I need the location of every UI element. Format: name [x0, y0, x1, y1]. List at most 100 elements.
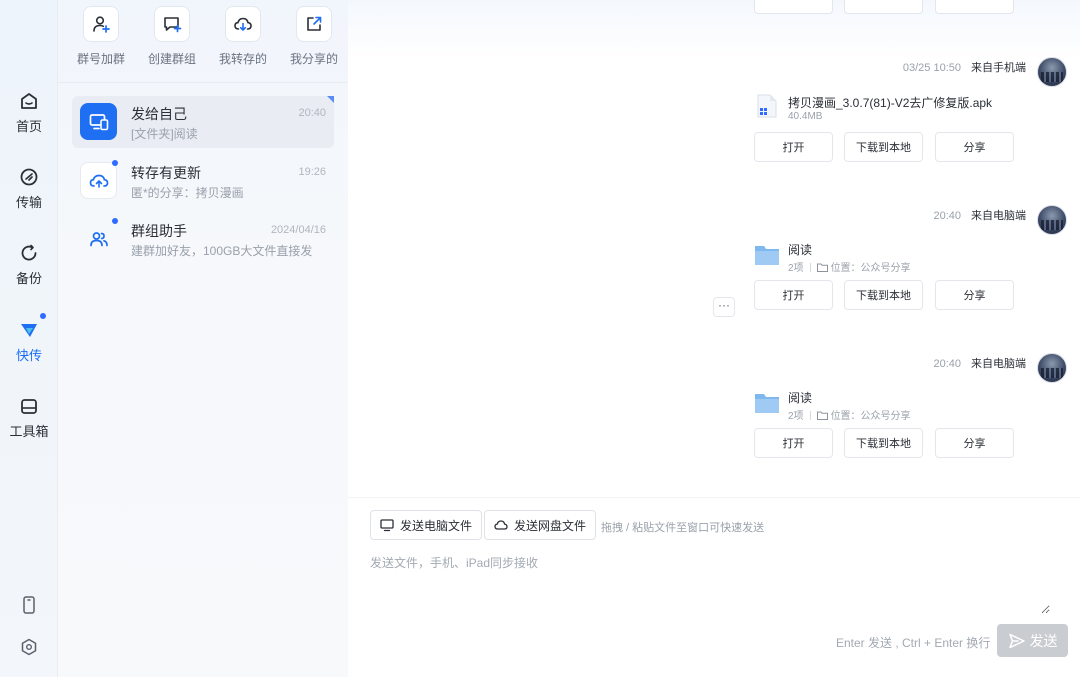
folder-name: 阅读 — [788, 243, 813, 257]
nav-label: 工具箱 — [9, 424, 49, 439]
conversation-subtitle: 匿*的分享：拷贝漫画 — [131, 186, 244, 200]
open-button[interactable]: 打开 — [754, 132, 833, 162]
nav-label: 首页 — [15, 119, 42, 134]
conversation-panel: 群号加群 创建群组 我转存的 我分享的 发给自己 [文件夹]阅读 20:40 转… — [58, 0, 348, 677]
avatar[interactable] — [1037, 353, 1067, 383]
previous-card-button[interactable] — [935, 0, 1014, 14]
monitor-phone-icon — [89, 113, 108, 130]
folder-icon — [755, 246, 779, 265]
avatar[interactable] — [1037, 57, 1067, 87]
toolbox-icon — [21, 399, 37, 414]
open-button[interactable]: 打开 — [754, 428, 833, 458]
phone-icon[interactable] — [18, 594, 40, 616]
message-source: 来自手机端 — [971, 62, 1026, 74]
my-shared-button[interactable]: 我分享的 — [279, 6, 349, 67]
folder-location: 位置：公众号分享 — [830, 263, 911, 274]
notification-dot — [40, 313, 46, 319]
share-button[interactable]: 分享 — [935, 428, 1014, 458]
folder-message-card[interactable]: 阅读 2项 位置：公众号分享 — [742, 234, 1024, 274]
settings-icon[interactable] — [18, 636, 40, 658]
message-meta: 20:40 来自电脑端 — [933, 355, 1026, 371]
send-shortcut-hint: Enter 发送 , Ctrl + Enter 换行 — [836, 636, 991, 650]
folder-meta: 2项 位置：公众号分享 — [788, 407, 911, 422]
qa-label: 创建群组 — [147, 52, 196, 66]
conversation-subtitle: [文件夹]阅读 — [131, 127, 198, 141]
folder-message-card[interactable]: 阅读 2项 位置：公众号分享 — [742, 382, 1024, 422]
qa-label: 我转存的 — [218, 52, 267, 66]
chat-area: 03/25 10:50 来自手机端 拷贝漫画_3.0.7(81)-V2去广修复版.… — [348, 0, 1080, 677]
message-source: 来自电脑端 — [971, 210, 1026, 222]
drop-hint: 拖拽 / 粘贴文件至窗口可快速发送 — [601, 522, 765, 534]
message-meta: 20:40 来自电脑端 — [933, 207, 1026, 223]
create-group-icon — [164, 17, 182, 33]
conversation-item-send-to-self[interactable]: 发给自己 [文件夹]阅读 20:40 — [72, 96, 334, 148]
folder-meta: 2项 位置：公众号分享 — [788, 259, 911, 274]
conversation-subtitle: 建群加好友，100GB大文件直接发 — [131, 244, 313, 258]
join-group-button[interactable]: 群号加群 — [66, 6, 136, 67]
file-name: 拷贝漫画_3.0.7(81)-V2去广修复版.apk — [788, 96, 993, 110]
cloud-saved-icon — [234, 17, 252, 31]
divider — [58, 82, 348, 83]
nav-item-quick-send[interactable]: 快传 — [0, 313, 58, 364]
message-time: 03/25 10:50 — [902, 62, 961, 74]
download-button[interactable]: 下载到本地 — [844, 280, 923, 310]
pinned-marker — [327, 96, 334, 103]
share-button[interactable]: 分享 — [935, 280, 1014, 310]
qa-icon-box — [83, 6, 119, 42]
send-cloud-file-label: 发送网盘文件 — [514, 518, 587, 533]
open-button[interactable]: 打开 — [754, 280, 833, 310]
folder-icon — [755, 394, 779, 413]
nav-label: 传输 — [15, 195, 42, 210]
more-options-button[interactable]: ··· — [713, 297, 735, 317]
conversation-title: 群组助手 — [131, 223, 187, 239]
folder-location: 位置：公众号分享 — [830, 411, 911, 422]
qa-icon-box — [296, 6, 332, 42]
nav-item-transfer[interactable]: 传输 — [0, 166, 58, 211]
message-input[interactable] — [370, 554, 1050, 614]
share-out-icon — [307, 16, 322, 31]
avatar[interactable] — [1037, 205, 1067, 235]
send-pc-file-label: 发送电脑文件 — [400, 518, 473, 533]
nav-label: 快传 — [15, 348, 42, 363]
create-group-button[interactable]: 创建群组 — [137, 6, 207, 67]
send-cloud-file-button[interactable]: 发送网盘文件 — [484, 510, 597, 540]
send-pc-file-button[interactable]: 发送电脑文件 — [370, 510, 483, 540]
qa-icon-box — [154, 6, 190, 42]
message-source: 来自电脑端 — [971, 358, 1026, 370]
qa-label: 群号加群 — [76, 52, 125, 66]
cloud-sync-icon — [89, 174, 108, 188]
nav-item-home[interactable]: 首页 — [0, 90, 58, 135]
composer-divider — [348, 497, 1080, 498]
send-icon — [1008, 633, 1025, 648]
conversation-item-group-assistant[interactable]: 群组助手 建群加好友，100GB大文件直接发 2024/04/16 — [72, 213, 334, 265]
my-saved-button[interactable]: 我转存的 — [208, 6, 278, 67]
item-count: 2项 — [788, 263, 804, 274]
conversation-title: 发给自己 — [131, 106, 187, 122]
conversation-title: 转存有更新 — [131, 165, 201, 181]
conversation-avatar — [80, 162, 117, 199]
home-icon — [21, 93, 37, 109]
backup-icon — [21, 244, 37, 261]
nav-label: 备份 — [15, 271, 42, 286]
download-button[interactable]: 下载到本地 — [844, 428, 923, 458]
send-button[interactable]: 发送 — [997, 624, 1068, 657]
apk-file-icon — [757, 94, 777, 118]
qa-icon-box — [225, 6, 261, 42]
unread-dot — [112, 160, 118, 166]
qa-label: 我分享的 — [289, 52, 338, 66]
message-time: 20:40 — [933, 358, 961, 370]
folder-name: 阅读 — [788, 391, 813, 405]
message-meta: 03/25 10:50 来自手机端 — [903, 59, 1026, 75]
folder-location-icon — [816, 411, 828, 420]
conversation-avatar — [80, 220, 117, 257]
download-button[interactable]: 下载到本地 — [844, 132, 923, 162]
quick-actions-bar: 群号加群 创建群组 我转存的 我分享的 — [66, 6, 346, 76]
share-button[interactable]: 分享 — [935, 132, 1014, 162]
previous-card-button[interactable] — [754, 0, 833, 14]
nav-item-toolbox[interactable]: 工具箱 — [0, 395, 58, 440]
conversation-item-saved-updates[interactable]: 转存有更新 匿*的分享：拷贝漫画 19:26 — [72, 155, 334, 207]
nav-item-backup[interactable]: 备份 — [0, 242, 58, 287]
previous-card-button[interactable] — [844, 0, 923, 14]
app-window: 首页 传输 备份 快传 工具箱 群号加群 创建群组 我转存的 我分享的 发给自己… — [0, 0, 1080, 677]
send-label: 发送 — [1029, 632, 1058, 649]
